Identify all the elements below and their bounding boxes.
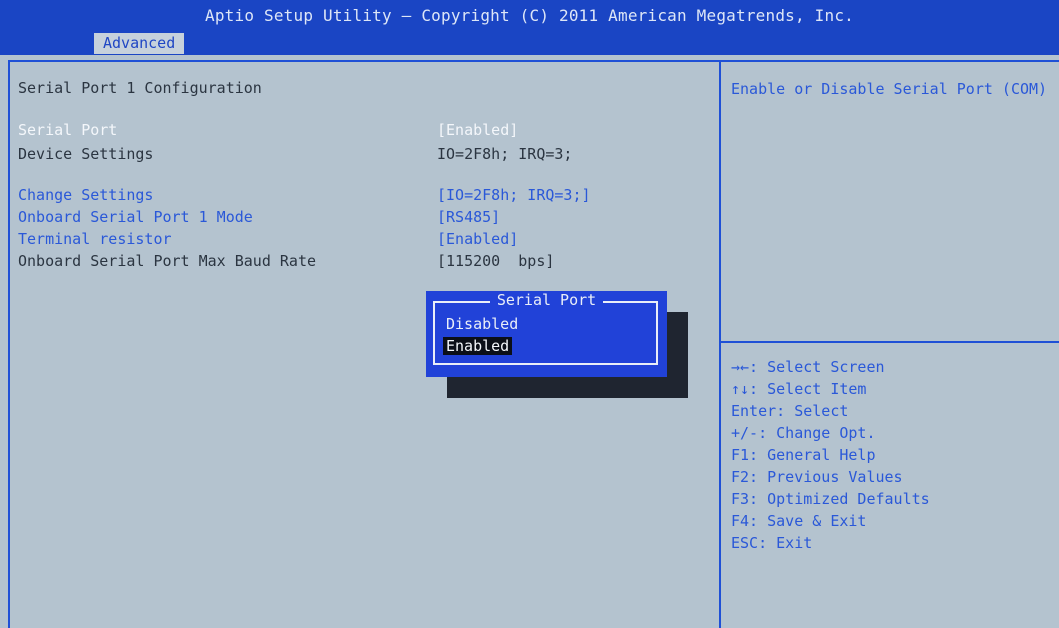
setting-label-device-settings: Device Settings [18, 145, 154, 163]
help-divider [721, 341, 1059, 343]
key-hint-select-screen: →←: Select Screen [731, 358, 885, 376]
popup-option-disabled[interactable]: Disabled [446, 315, 518, 333]
key-hint-f3: F3: Optimized Defaults [731, 490, 930, 508]
panel-divider [719, 60, 721, 628]
key-hint-f4: F4: Save & Exit [731, 512, 867, 530]
setting-label-change-settings[interactable]: Change Settings [18, 186, 153, 204]
title-bar: Aptio Setup Utility – Copyright (C) 2011… [0, 0, 1059, 55]
serial-port-popup: Serial Port Disabled Enabled [426, 291, 667, 377]
tab-advanced[interactable]: Advanced [94, 33, 185, 54]
app-title: Aptio Setup Utility – Copyright (C) 2011… [205, 6, 854, 25]
help-description: Enable or Disable Serial Port (COM) [731, 80, 1048, 98]
key-hint-f2: F2: Previous Values [731, 468, 903, 486]
key-hint-esc: ESC: Exit [731, 534, 813, 552]
popup-title-text: Serial Port [489, 291, 604, 309]
setting-value-terminal-resistor[interactable]: [Enabled] [437, 230, 518, 248]
setting-value-change-settings[interactable]: [IO=2F8h; IRQ=3;] [437, 186, 591, 204]
section-title: Serial Port 1 Configuration [18, 79, 262, 97]
popup-title: Serial Port [426, 291, 667, 309]
setting-label-port-mode[interactable]: Onboard Serial Port 1 Mode [18, 208, 253, 226]
key-legend: →←: Select Screen ↑↓: Select Item Enter:… [731, 356, 1051, 554]
setting-label-terminal-resistor[interactable]: Terminal resistor [18, 230, 172, 248]
key-hint-enter: Enter: Select [731, 402, 849, 420]
popup-border [433, 301, 658, 365]
setting-label-serial-port[interactable]: Serial Port [18, 121, 117, 139]
key-hint-f1: F1: General Help [731, 446, 876, 464]
setting-value-device-settings: IO=2F8h; IRQ=3; [437, 145, 573, 163]
setting-value-port-mode[interactable]: [RS485] [437, 208, 500, 226]
setting-value-serial-port[interactable]: [Enabled] [437, 121, 518, 139]
setting-value-max-baud: [115200 bps] [437, 252, 555, 270]
setting-label-max-baud: Onboard Serial Port Max Baud Rate [18, 252, 317, 270]
key-hint-select-item: ↑↓: Select Item [731, 380, 867, 398]
popup-option-enabled[interactable]: Enabled [443, 337, 513, 355]
key-hint-change-opt: +/-: Change Opt. [731, 424, 876, 442]
